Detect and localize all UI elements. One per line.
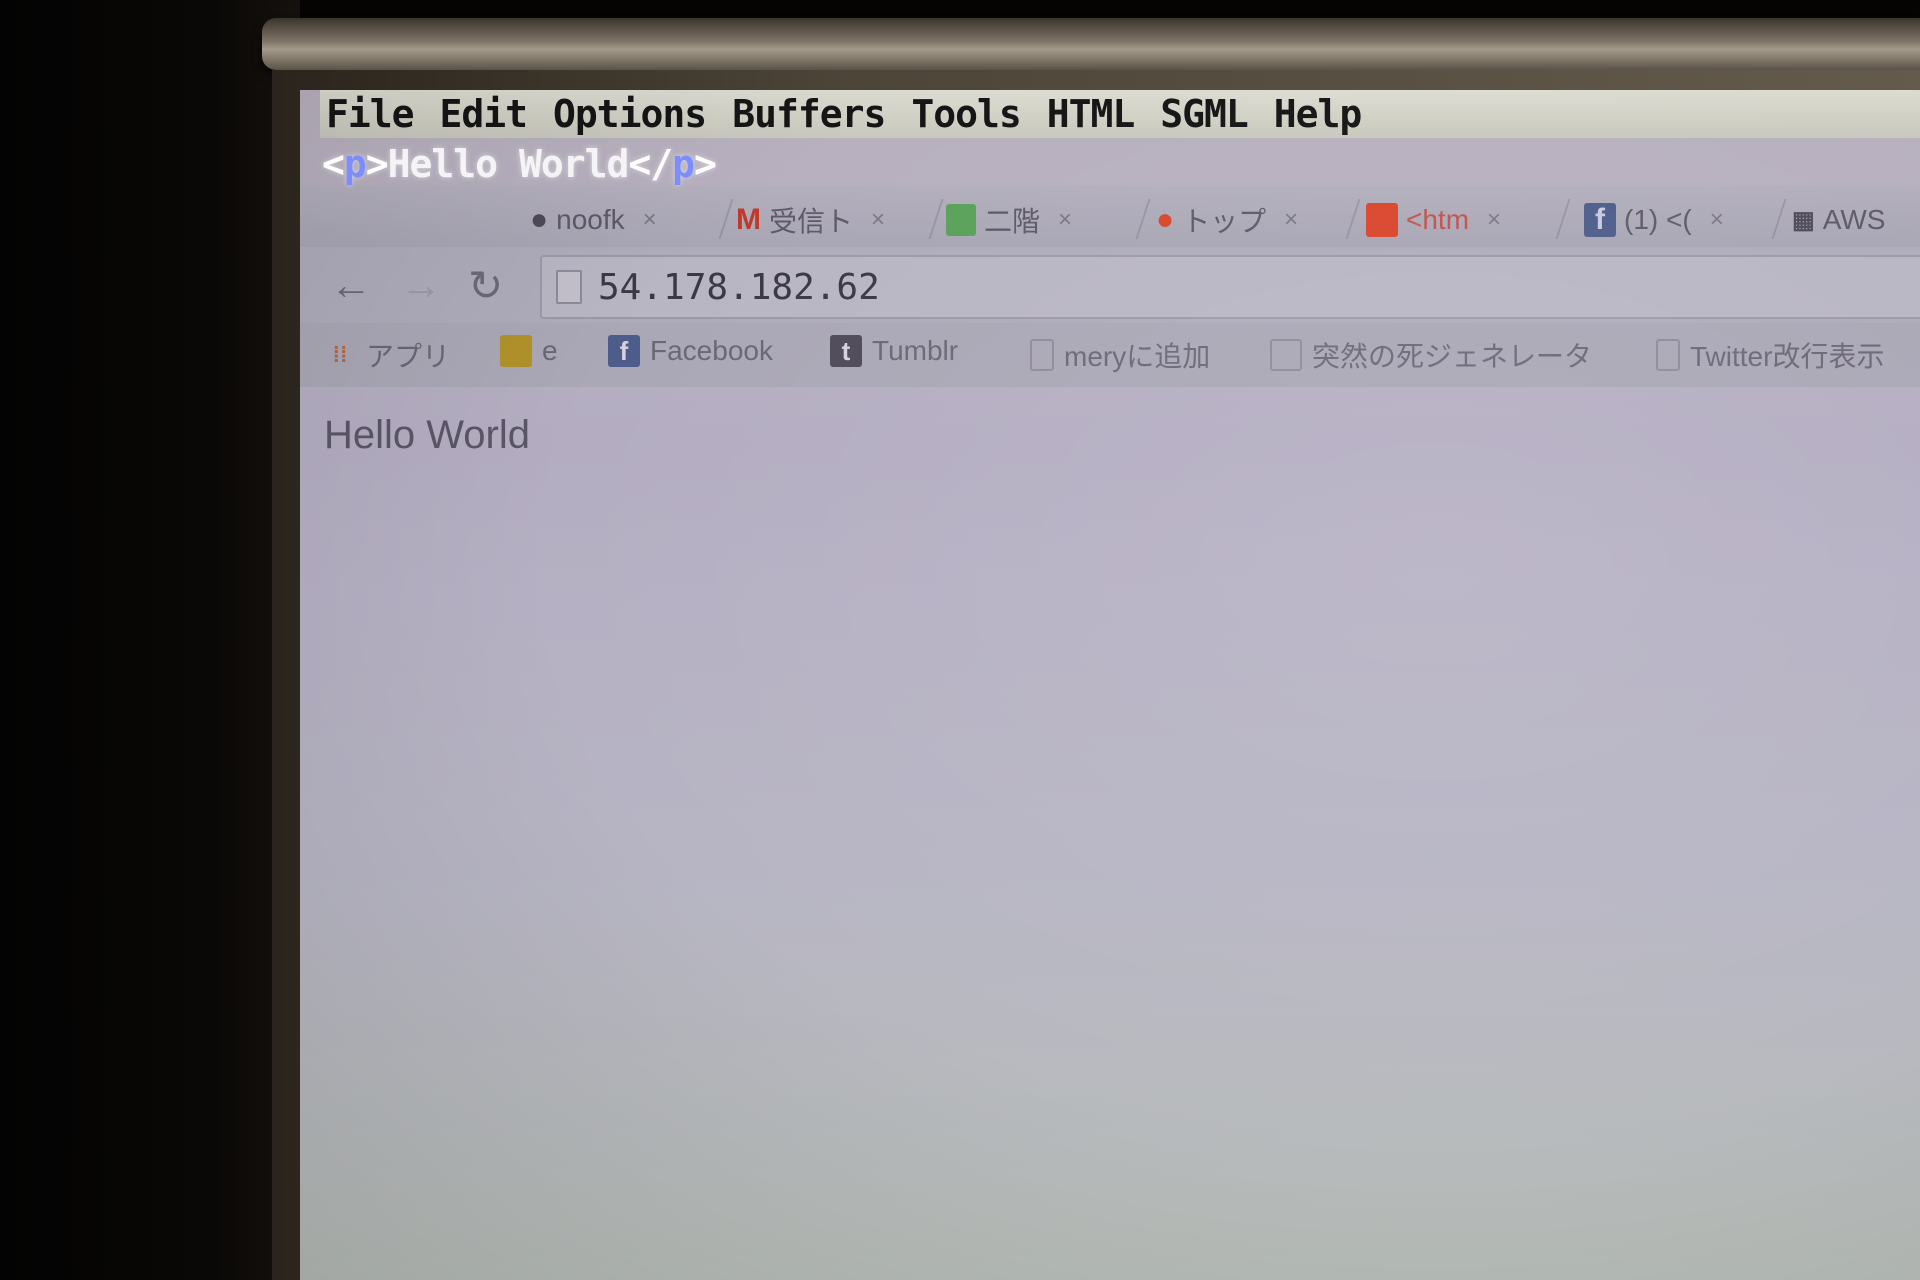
tab-separator [928,199,944,239]
page-icon [556,270,582,304]
tab-html[interactable]: <htm × [1366,195,1501,245]
menu-buffers[interactable]: Buffers [732,92,886,136]
room-wall [0,0,300,1280]
bookmark-apps[interactable]: ⁞⁞ アプリ [324,335,450,375]
buffer-text: Hello World [387,142,630,186]
tumblr-icon: t [830,335,862,367]
tab-close-icon[interactable]: × [1284,206,1298,234]
bookmark-label: Facebook [650,335,773,366]
flame-icon: ● [1156,203,1175,236]
bookmark-evernote[interactable]: e [500,335,558,367]
close-bracket: </ [628,142,673,186]
projector-screen-roller [262,18,1920,70]
bookmark-sudden-death[interactable]: 突然の死ジェネレータ [1270,335,1592,375]
menu-options[interactable]: Options [553,92,707,136]
menu-edit[interactable]: Edit [440,92,529,136]
facebook-icon: f [1584,203,1616,237]
page-icon [1656,339,1680,371]
emacs-buffer-line[interactable]: <p>Hello World</p> [322,142,717,188]
bookmark-label: meryに追加 [1064,341,1211,372]
bookmark-tumblr[interactable]: t Tumblr [830,335,958,367]
emacs-menu-bar: File Edit Options Buffers Tools HTML SGM… [320,90,1920,138]
menu-tools[interactable]: Tools [911,92,1021,136]
page-body-text: Hello World [324,413,530,457]
gmail-icon: M [736,203,761,236]
bookmark-label: 突然の死ジェネレータ [1312,341,1593,372]
menu-help[interactable]: Help [1274,92,1363,136]
bookmark-facebook[interactable]: f Facebook [608,335,773,367]
tab-github[interactable]: ● noofk × [530,195,657,245]
evernote-icon [500,335,532,367]
bookmark-label: アプリ [366,341,451,372]
tab-label: トップ [1182,206,1267,237]
menu-sgml[interactable]: SGML [1160,92,1249,136]
bookmark-mery[interactable]: meryに追加 [1030,335,1210,375]
tab-close-icon[interactable]: × [871,206,885,234]
close-tag-name: p [672,142,695,186]
tab-facebook[interactable]: f (1) <( × [1584,195,1724,245]
bookmark-label: Twitter改行表示 [1690,341,1885,372]
tab-separator [1345,199,1361,239]
back-arrow-icon[interactable]: ← [330,261,372,309]
projected-screen: File Edit Options Buffers Tools HTML SGM… [300,90,1920,1280]
page-icon [1030,339,1054,371]
tab-separator [718,199,734,239]
tab-label: noofk [556,204,625,235]
bookmark-label: e [542,335,558,366]
tab-close-icon[interactable]: × [1058,206,1072,234]
bookmark-twitter[interactable]: Twitter改行表示 [1656,335,1884,375]
tab-aws[interactable]: ▦ AWS [1792,195,1885,245]
tab-label: 二階 [984,206,1041,237]
bookmarks-bar: ⁞⁞ アプリ e f Facebook t Tumblr meryに追加 突然の… [300,323,1920,387]
browser-toolbar: ← → ↻ 54.178.182.62 [300,247,1920,323]
menu-html[interactable]: HTML [1047,92,1136,136]
close-bracket-end: > [694,142,717,186]
sheet-icon [946,204,976,236]
address-url: 54.178.182.62 [598,266,880,308]
tab-sheet[interactable]: 二階 × [946,195,1072,245]
page-content: Hello World [300,387,1920,1280]
tab-separator [1771,199,1787,239]
tab-label: <htm [1406,204,1470,235]
page-icon [1270,339,1302,371]
address-bar[interactable]: 54.178.182.62 [540,255,1920,319]
tab-close-icon[interactable]: × [1487,206,1501,234]
open-bracket-close: > [365,142,389,186]
aws-icon: ▦ [1792,206,1815,234]
tab-close-icon[interactable]: × [643,206,657,234]
tab-top[interactable]: ● トップ × [1156,195,1298,245]
facebook-icon: f [608,335,640,367]
reload-icon[interactable]: ↻ [468,261,503,310]
doc-icon [1366,203,1398,237]
tab-separator [1555,199,1571,239]
tab-label: (1) <( [1624,204,1692,235]
bookmark-label: Tumblr [872,335,959,366]
tab-separator [1135,199,1151,239]
forward-arrow-icon[interactable]: → [400,261,442,309]
github-icon: ● [530,203,549,236]
tab-gmail[interactable]: M 受信ト × [736,195,885,245]
browser-tab-strip: ● noofk × M 受信ト × 二階 × ● トップ × <htm × f … [300,185,1920,247]
tab-label: 受信ト [769,206,854,237]
menu-file[interactable]: File [326,92,415,136]
open-tag-name: p [343,142,367,186]
tab-close-icon[interactable]: × [1710,206,1724,234]
tab-label: AWS [1822,204,1886,235]
apps-grid-icon: ⁞⁞ [332,342,348,367]
open-bracket: < [322,142,345,186]
